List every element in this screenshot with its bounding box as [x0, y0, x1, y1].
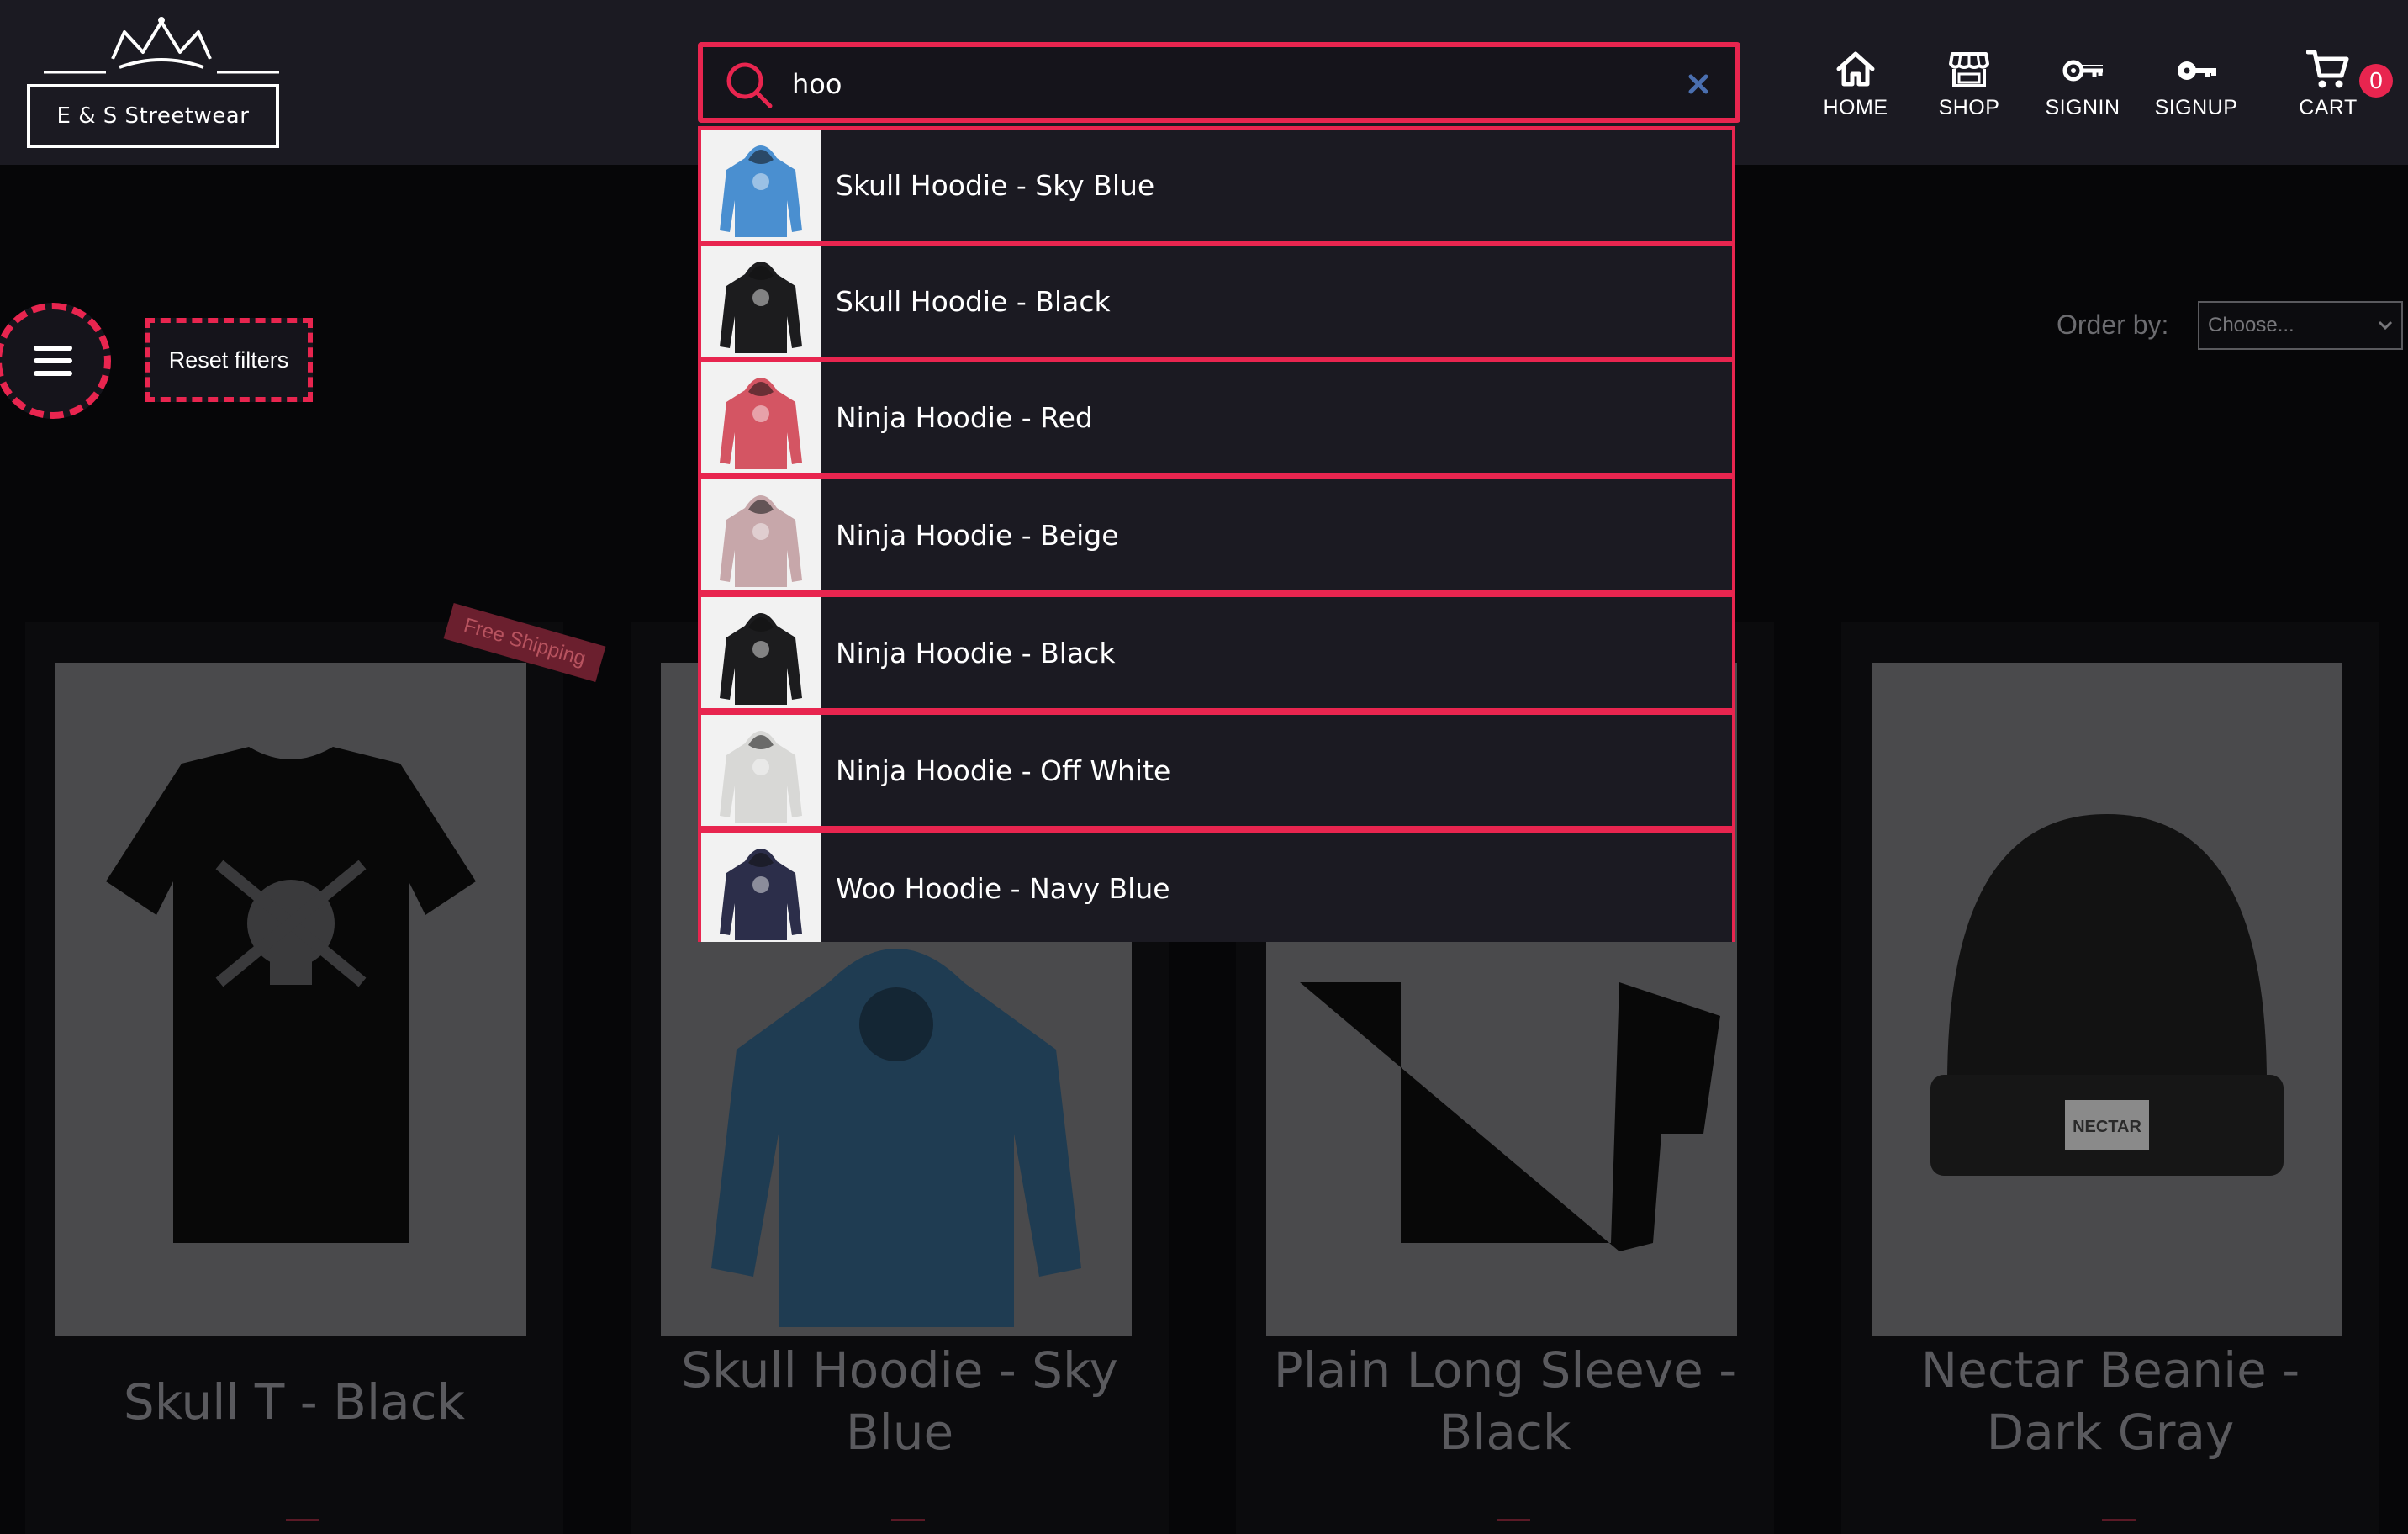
brand-name: E & S Streetwear: [27, 84, 279, 148]
product-title[interactable]: Skull T - Black: [25, 1371, 563, 1433]
product-title-line: Skull T - Black: [123, 1373, 466, 1431]
search-suggestions: Skull Hoodie - Sky Blue Skull Hoodie - B…: [698, 126, 1735, 942]
svg-text:NECTAR: NECTAR: [2073, 1118, 2141, 1136]
suggestion-label: Ninja Hoodie - Beige: [836, 518, 1119, 552]
title-underline: [1497, 1519, 1530, 1521]
hoodie-thumbnail: [720, 145, 802, 237]
suggestion-item[interactable]: Ninja Hoodie - Black: [698, 594, 1735, 711]
title-underline: [2102, 1519, 2136, 1521]
shop-icon: [1949, 52, 1989, 87]
crown-icon: [44, 17, 279, 74]
suggestion-label: Skull Hoodie - Sky Blue: [836, 168, 1155, 202]
clear-search-button[interactable]: [1680, 66, 1717, 103]
home-icon: [1836, 51, 1875, 87]
order-by-select[interactable]: Choose...: [2198, 301, 2403, 350]
suggestion-thumbnail: [701, 597, 821, 708]
suggestion-thumbnail: [701, 130, 821, 241]
filter-menu-button[interactable]: [0, 303, 111, 419]
cart-icon: [2306, 50, 2349, 88]
hoodie-thumbnail: [720, 495, 802, 587]
order-by-selected: Choose...: [2208, 314, 2294, 336]
beanie-image: NECTAR: [1930, 814, 2284, 1176]
product-title[interactable]: Skull Hoodie - Sky Blue: [631, 1339, 1169, 1463]
search-input[interactable]: [792, 64, 1549, 104]
product-title-line: Dark Gray: [1986, 1404, 2235, 1461]
product-title-line: Black: [1439, 1404, 1571, 1461]
suggestion-item[interactable]: Ninja Hoodie - Off White: [698, 711, 1735, 829]
nav-signin[interactable]: SIGNIN: [2028, 47, 2137, 123]
product-title-line: Nectar Beanie -: [1920, 1341, 2300, 1399]
nav-home[interactable]: HOME: [1801, 47, 1910, 123]
suggestion-label: Ninja Hoodie - Off White: [836, 754, 1171, 787]
key-icon: [2062, 60, 2103, 82]
nav-shop-label: SHOP: [1938, 96, 2000, 119]
suggestion-label: Skull Hoodie - Black: [836, 284, 1111, 318]
brand-logo[interactable]: E & S Streetwear: [25, 15, 281, 148]
suggestion-label: Ninja Hoodie - Red: [836, 400, 1093, 434]
tshirt-image: [106, 747, 476, 1243]
hoodie-thumbnail: [720, 731, 802, 823]
suggestion-thumbnail: [701, 246, 821, 357]
nav-cart-label: CART: [2299, 96, 2358, 119]
suggestion-thumbnail: [701, 362, 821, 473]
title-underline: [891, 1519, 925, 1521]
nav-signup[interactable]: SIGNUP: [2141, 47, 2251, 123]
key-icon: [2178, 61, 2216, 80]
product-card[interactable]: Skull T - Black: [25, 622, 563, 1534]
product-title[interactable]: Nectar Beanie - Dark Gray: [1841, 1339, 2379, 1463]
search-bar: [698, 42, 1740, 123]
nav-signin-label: SIGNIN: [2045, 96, 2120, 119]
product-image[interactable]: NECTAR: [1872, 663, 2342, 1336]
hoodie-thumbnail: [720, 378, 802, 469]
reset-filters-button[interactable]: Reset filters: [145, 318, 313, 402]
suggestion-item[interactable]: Skull Hoodie - Sky Blue: [698, 126, 1735, 244]
hamburger-icon: [34, 346, 72, 376]
hoodie-thumbnail: [720, 262, 802, 353]
product-title[interactable]: Plain Long Sleeve - Black: [1236, 1339, 1774, 1463]
product-title-line: Skull Hoodie - Sky: [681, 1341, 1118, 1399]
suggestion-item[interactable]: Woo Hoodie - Navy Blue: [698, 829, 1735, 942]
suggestion-item[interactable]: Ninja Hoodie - Red: [698, 358, 1735, 476]
close-icon: [1688, 74, 1708, 94]
hoodie-thumbnail: [720, 849, 802, 940]
product-title-line: Blue: [845, 1404, 954, 1461]
nav-shop[interactable]: SHOP: [1914, 47, 2024, 123]
suggestion-thumbnail: [701, 833, 821, 942]
suggestion-thumbnail: [701, 479, 821, 590]
nav-home-label: HOME: [1823, 96, 1888, 119]
search-icon: [726, 62, 773, 108]
product-title-line: Plain Long Sleeve -: [1273, 1341, 1737, 1399]
order-by-label: Order by:: [2057, 309, 2169, 340]
title-underline: [286, 1519, 319, 1521]
suggestion-item[interactable]: Skull Hoodie - Black: [698, 242, 1735, 360]
suggestion-thumbnail: [701, 715, 821, 826]
chevron-down-icon: [2378, 320, 2393, 331]
suggestion-item[interactable]: Ninja Hoodie - Beige: [698, 476, 1735, 594]
nav-signup-label: SIGNUP: [2154, 96, 2238, 119]
suggestion-label: Ninja Hoodie - Black: [836, 636, 1116, 669]
suggestion-label: Woo Hoodie - Navy Blue: [836, 871, 1170, 905]
hoodie-thumbnail: [720, 613, 802, 705]
cart-count-badge: 0: [2359, 64, 2393, 98]
product-image[interactable]: [55, 663, 526, 1336]
product-card[interactable]: NECTAR Nectar Beanie - Dark Gray: [1841, 622, 2379, 1534]
